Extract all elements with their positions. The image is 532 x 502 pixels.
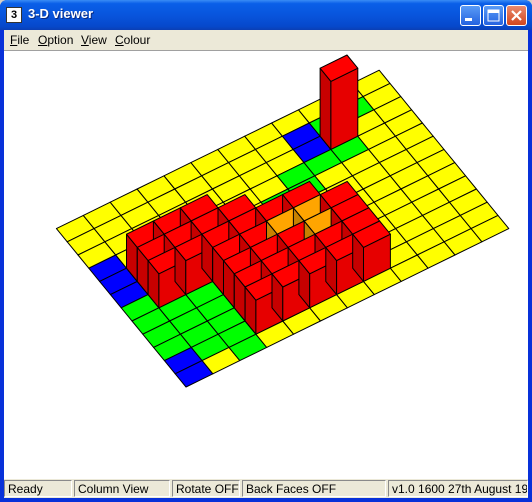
status-back-faces: Back Faces OFF (242, 480, 386, 497)
column-front-face (330, 67, 359, 150)
title-bar[interactable]: 3 3-D viewer (0, 0, 532, 30)
minimize-button[interactable] (460, 5, 481, 26)
menu-bar: File Option View Colour (4, 30, 528, 50)
minimize-icon (465, 18, 472, 21)
app-icon[interactable]: 3 (6, 7, 22, 23)
menu-file[interactable]: File (10, 33, 29, 47)
status-bar: Ready Column View Rotate OFF Back Faces … (4, 479, 528, 498)
maximize-icon (487, 9, 500, 22)
status-view: Column View (74, 480, 170, 497)
window-title: 3-D viewer (28, 6, 94, 21)
close-button[interactable] (506, 5, 527, 26)
3d-viewport[interactable] (4, 50, 528, 479)
status-version: v1.0 1600 27th August 1998 (388, 480, 528, 497)
app-window: 3 3-D viewer File Option View Colour Rea… (0, 0, 532, 502)
menu-colour[interactable]: Colour (115, 33, 150, 47)
maximize-button[interactable] (483, 5, 504, 26)
status-rotate: Rotate OFF (172, 480, 240, 497)
status-mode: Ready (4, 480, 72, 497)
scene-svg (55, 54, 510, 388)
close-icon (511, 10, 522, 21)
column-left-face (319, 67, 332, 150)
menu-view[interactable]: View (81, 33, 107, 47)
menu-option[interactable]: Option (38, 33, 73, 47)
client-area: File Option View Colour Ready Column Vie… (4, 30, 528, 498)
